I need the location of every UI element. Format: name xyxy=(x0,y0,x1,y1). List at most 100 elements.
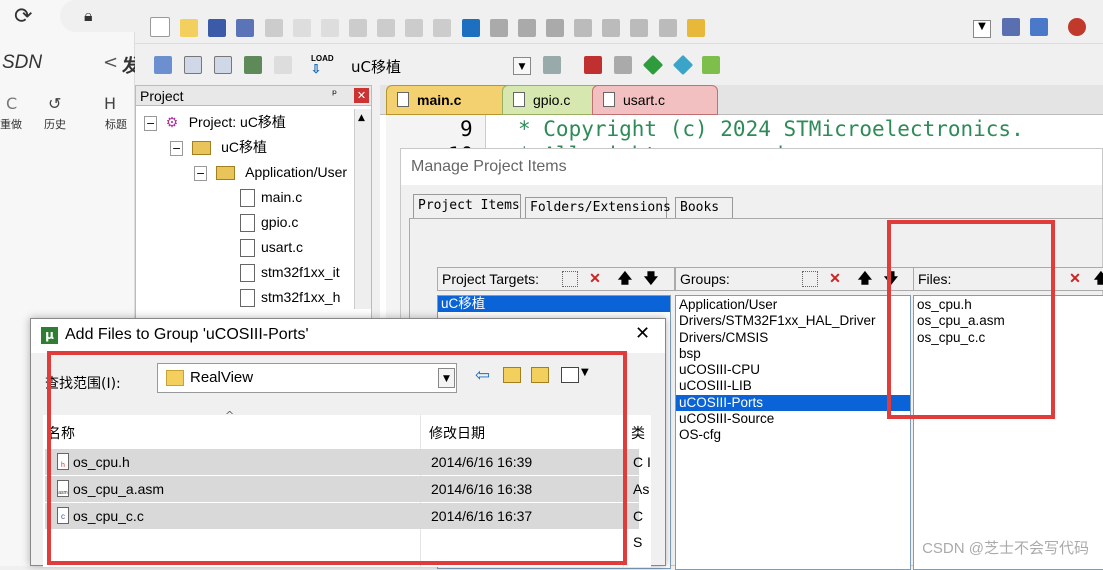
paste-icon[interactable] xyxy=(320,19,339,37)
list-item-selected[interactable]: uCOSIII-Ports xyxy=(676,394,910,412)
tab-books[interactable]: Books xyxy=(675,197,733,218)
move-up-icon[interactable]: 🡅 xyxy=(856,269,874,287)
chevron-down-icon[interactable]: ▼ xyxy=(513,57,531,75)
list-item[interactable]: uCOSIII-CPU xyxy=(676,362,910,378)
list-item[interactable]: uCOSIII-LIB xyxy=(676,378,910,394)
target-select[interactable]: uC移植 ▼ xyxy=(345,55,535,77)
delete-target-icon[interactable]: ✕ xyxy=(586,269,604,287)
scroll-up-icon[interactable]: ▲ xyxy=(358,113,365,123)
batch-build-icon[interactable] xyxy=(244,56,262,74)
tab-label: main.c xyxy=(417,92,462,108)
reload-icon[interactable]: ⟳ xyxy=(14,4,32,29)
close-icon[interactable]: ✕ xyxy=(354,88,369,103)
translate-icon[interactable] xyxy=(154,56,172,74)
groups-label: Groups: xyxy=(680,271,730,287)
column-header-type[interactable]: 类 xyxy=(631,423,645,443)
file-icon xyxy=(240,189,255,207)
bookmark-next-icon[interactable] xyxy=(517,19,536,37)
rebuild-icon[interactable] xyxy=(214,56,232,74)
collapse-icon[interactable]: − xyxy=(170,141,184,156)
targets-label: Project Targets: xyxy=(442,271,540,287)
list-item[interactable]: OS-cfg xyxy=(676,427,910,443)
move-up-icon[interactable]: 🡅 xyxy=(616,269,634,287)
list-item[interactable]: uCOSIII-Source xyxy=(676,411,910,427)
bookmark-clear-icon[interactable] xyxy=(545,19,564,37)
list-item[interactable]: bsp xyxy=(676,346,910,362)
tree-file[interactable]: main.c xyxy=(240,185,302,209)
nav-forward-icon[interactable] xyxy=(433,19,452,37)
delete-group-icon[interactable]: ✕ xyxy=(826,269,844,287)
tab-project-items[interactable]: Project Items xyxy=(413,194,521,218)
new-group-icon[interactable] xyxy=(802,271,818,287)
tree-scrollbar[interactable]: ▲ xyxy=(354,109,371,309)
file-extensions-icon[interactable] xyxy=(614,56,632,74)
target-select-value: uC移植 xyxy=(351,58,401,76)
redo-icon-toolbar[interactable] xyxy=(377,19,396,37)
target-options-icon[interactable] xyxy=(543,56,561,74)
tree-group[interactable]: − Application/User xyxy=(194,160,347,184)
undo-icon[interactable] xyxy=(348,19,367,37)
uncomment-icon[interactable] xyxy=(658,19,677,37)
save-all-icon[interactable] xyxy=(236,19,255,37)
open-folder-icon[interactable] xyxy=(180,19,199,37)
tree-file[interactable]: usart.c xyxy=(240,235,303,259)
annotation-box xyxy=(47,351,627,565)
history-label: 历史 xyxy=(44,118,66,131)
list-item[interactable]: uC移植 xyxy=(438,296,670,313)
back-icon[interactable]: < xyxy=(103,52,118,73)
move-up-icon[interactable]: 🡅 xyxy=(1092,269,1103,287)
close-icon[interactable]: ✕ xyxy=(635,323,650,344)
file-icon xyxy=(240,264,255,282)
download-icon[interactable]: LOAD ⇩ xyxy=(311,54,334,76)
build-icon[interactable] xyxy=(184,56,202,74)
list-item[interactable]: Application/User xyxy=(676,297,910,313)
nav-back-icon[interactable] xyxy=(405,19,424,37)
new-target-icon[interactable] xyxy=(562,271,578,287)
new-file-icon[interactable] xyxy=(150,17,170,37)
tree-file[interactable]: stm32f1xx_it xyxy=(240,260,340,284)
list-item[interactable]: Drivers/CMSIS xyxy=(676,330,910,346)
tree-item-label: Project: uC移植 xyxy=(188,114,286,130)
tree-file[interactable]: gpio.c xyxy=(240,210,298,234)
targets-header: Project Targets: ✕ 🡅 🡇 xyxy=(437,267,675,291)
collapse-icon[interactable]: − xyxy=(194,166,208,181)
heading-icon[interactable]: H xyxy=(104,94,116,113)
configure-icon[interactable] xyxy=(1030,18,1048,36)
find-dropdown[interactable]: ▼ xyxy=(973,20,991,38)
collapse-icon[interactable]: − xyxy=(144,116,158,131)
delete-file-icon[interactable]: ✕ xyxy=(1066,269,1084,287)
file-icon xyxy=(603,92,615,107)
pack-installer-icon[interactable] xyxy=(642,54,664,76)
move-down-icon[interactable]: 🡇 xyxy=(642,269,660,287)
tab-usart-c[interactable]: usart.c xyxy=(592,85,718,115)
debug-icon[interactable] xyxy=(1068,18,1086,36)
groups-header: Groups: ✕ 🡅 🡇 xyxy=(675,267,915,291)
unindent-icon[interactable] xyxy=(602,19,621,37)
find-in-files-icon[interactable] xyxy=(686,19,705,37)
tree-root[interactable]: − ⚙ Project: uC移植 xyxy=(144,110,286,134)
save-icon[interactable] xyxy=(208,19,227,37)
tab-folders-extensions[interactable]: Folders/Extensions xyxy=(525,197,671,218)
find-icon[interactable] xyxy=(1002,18,1020,36)
address-bar[interactable] xyxy=(60,0,135,32)
target-folder-icon xyxy=(191,141,211,155)
cut-icon[interactable] xyxy=(264,19,283,37)
tree-file[interactable]: stm32f1xx_h xyxy=(240,285,340,309)
redo-icon[interactable]: C xyxy=(6,94,17,113)
history-icon[interactable]: ↺ xyxy=(48,94,61,113)
bookmark-icon[interactable] xyxy=(461,19,480,37)
indent-icon[interactable] xyxy=(574,19,593,37)
manage-components-icon[interactable] xyxy=(584,56,602,74)
rte-icon[interactable] xyxy=(702,56,720,74)
code-line[interactable]: * Copyright (c) 2024 STMicroelectronics. xyxy=(518,117,1024,141)
groups-list[interactable]: Application/User Drivers/STM32F1xx_HAL_D… xyxy=(675,295,911,570)
pin-icon[interactable]: ᵖ xyxy=(332,87,337,101)
select-software-icon[interactable] xyxy=(672,54,694,76)
comment-icon[interactable] xyxy=(630,19,649,37)
list-item[interactable]: Drivers/STM32F1xx_HAL_Driver xyxy=(676,313,910,329)
tree-item-label: usart.c xyxy=(261,239,304,255)
bookmark-prev-icon[interactable] xyxy=(489,19,508,37)
tree-target[interactable]: − uC移植 xyxy=(170,135,267,159)
copy-icon[interactable] xyxy=(292,19,311,37)
stop-build-icon[interactable] xyxy=(274,56,292,74)
